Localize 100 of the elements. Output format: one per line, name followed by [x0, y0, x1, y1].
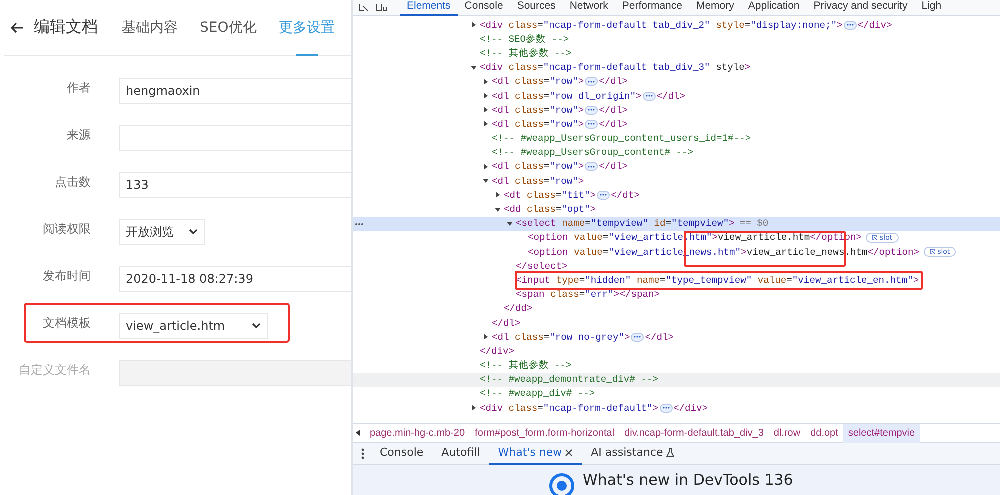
code-text: </dl>	[599, 76, 628, 88]
code-text: <select name="tempview" id="tempview">	[516, 218, 735, 230]
text-field[interactable]	[119, 125, 351, 151]
devtools-tab[interactable]: Privacy and security	[806, 0, 915, 16]
code-text: <dl class="row">	[492, 104, 584, 116]
text-field[interactable]: hengmaoxin	[119, 78, 351, 104]
inspect-icon[interactable]	[359, 4, 371, 12]
breadcrumb[interactable]: page.min-hg-c.mb-20	[365, 424, 470, 442]
code-text: </dd>	[504, 303, 533, 314]
code-text: <!-- #weapp_UsersGroup_content# -->	[492, 147, 694, 158]
code-text: <span class="err"></span>	[516, 289, 660, 300]
page-title: 编辑文档	[34, 17, 98, 38]
code-suffix: == $0	[740, 218, 769, 230]
expanded-arrow-icon[interactable]	[483, 178, 489, 184]
field-label: 来源	[66, 127, 91, 144]
collapsed-arrow-icon[interactable]	[495, 192, 501, 198]
select-field[interactable]: 开放浏览	[119, 219, 205, 245]
code-text: <dl class="row dl_origin">	[492, 90, 642, 102]
device-toolbar-icon[interactable]	[376, 4, 388, 12]
code-text: </div>	[674, 402, 708, 414]
ellipsis-icon[interactable]	[585, 77, 598, 86]
code-text: </dl>	[645, 332, 674, 343]
code-text: <!-- #weapp_UsersGroup_content_users_id=1#-->	[492, 133, 752, 144]
collapsed-arrow-icon[interactable]	[471, 405, 477, 412]
devtools-tab[interactable]: Ligh	[914, 0, 949, 16]
tab[interactable]: 基础内容	[122, 0, 178, 56]
devtools-tab[interactable]: Memory	[689, 0, 742, 16]
collapsed-arrow-icon[interactable]	[483, 107, 489, 114]
code-text: <dl class="row">	[492, 118, 584, 130]
devtools-tab[interactable]: Console	[458, 0, 510, 16]
devtools-tab[interactable]: Elements	[400, 0, 458, 16]
back-arrow-icon[interactable]	[10, 22, 24, 34]
ellipsis-icon[interactable]	[631, 332, 644, 342]
breadcrumb[interactable]: form#post_form.form-horizontal	[470, 424, 620, 442]
drawer-tab[interactable]: AI assistance	[582, 442, 684, 464]
code-text: <!-- 其他参数 -->	[480, 359, 572, 372]
collapsed-arrow-icon[interactable]	[471, 22, 477, 28]
ellipsis-icon[interactable]	[585, 120, 598, 129]
code-text: <dl class="row">	[492, 161, 584, 172]
ellipsis-icon[interactable]	[660, 404, 673, 413]
ellipsis-icon[interactable]	[585, 162, 598, 172]
text-field[interactable]: 133	[119, 172, 351, 198]
code-text: <!-- #weapp_demontrate_div# -->	[480, 374, 658, 386]
code-text: <!-- SEO参数 -->	[480, 32, 570, 46]
ellipsis-icon[interactable]	[844, 20, 857, 30]
field-label: 作者	[66, 80, 91, 97]
code-text: </select>	[516, 260, 568, 272]
reveal-icon	[872, 234, 878, 241]
expanded-arrow-icon[interactable]	[507, 220, 513, 227]
ellipsis-icon[interactable]	[585, 106, 598, 115]
devtools-tab[interactable]: Sources	[510, 0, 563, 16]
flask-icon	[666, 448, 676, 458]
code-text: </dl>	[599, 161, 628, 172]
collapsed-arrow-icon[interactable]	[483, 78, 489, 85]
drawer-tab[interactable]: Autofill	[432, 442, 490, 464]
close-icon	[565, 448, 574, 456]
drawer-tab[interactable]: Console	[371, 442, 433, 464]
reveal-icon	[930, 249, 936, 256]
drawer-heading: What's new in DevTools 136	[583, 471, 794, 489]
devtools-tab[interactable]: Application	[741, 0, 807, 16]
breadcrumb[interactable]: dl.row	[768, 424, 806, 442]
field-label: 发布时间	[42, 268, 91, 285]
code-text: <div class="ncap-form-default">	[480, 402, 659, 414]
breadcrumb[interactable]: dd.opt	[806, 424, 844, 442]
code-text: </dl>	[656, 90, 686, 102]
code-text: </dl>	[599, 104, 628, 116]
breadcrumb[interactable]: select#tempvie	[843, 424, 920, 442]
collapsed-arrow-icon[interactable]	[483, 334, 489, 340]
expanded-arrow-icon[interactable]	[495, 206, 501, 213]
code-text: <!-- 其他参数 -->	[480, 46, 572, 60]
collapsed-arrow-icon[interactable]	[483, 164, 489, 170]
code-text: <dt class="tit">	[504, 190, 596, 201]
devtools-logo-icon	[549, 473, 575, 495]
code-text: <dl class="row no-grey">	[492, 332, 630, 343]
code-text: </div>	[480, 346, 515, 357]
collapsed-arrow-icon[interactable]	[483, 93, 489, 100]
field-label: 点击数	[54, 174, 91, 191]
code-text: <dd class="opt">	[504, 204, 596, 216]
code-text: </div>	[858, 20, 892, 31]
code-text: </dl>	[599, 118, 628, 130]
tab[interactable]: SEO优化	[200, 0, 257, 56]
devtools-tab[interactable]: Performance	[615, 0, 690, 16]
code-text: </dt>	[611, 190, 640, 201]
field-label: 自定义文件名	[18, 362, 91, 379]
code-text: </dl>	[492, 318, 521, 329]
menu-icon[interactable]	[361, 448, 365, 460]
code-text: <dl class="row">	[492, 176, 584, 187]
devtools-tab[interactable]: Network	[562, 0, 616, 16]
expanded-arrow-icon[interactable]	[471, 64, 477, 71]
chevron-down-icon	[189, 229, 198, 235]
chevron-down-icon	[252, 323, 261, 329]
ellipsis-icon[interactable]	[597, 190, 610, 200]
collapsed-arrow-icon[interactable]	[483, 121, 489, 128]
code-text: <dl class="row">	[492, 76, 584, 88]
field-label: 阅读权限	[42, 221, 91, 238]
ellipsis-icon[interactable]	[642, 92, 656, 101]
field-label: 文档模板	[42, 315, 91, 332]
breadcrumb[interactable]: div.ncap-form-default.tab_div_3	[620, 424, 769, 442]
select-field[interactable]: view_article.htm	[119, 313, 268, 339]
text-field[interactable]: 2020-11-18 08:27:39	[119, 266, 351, 292]
